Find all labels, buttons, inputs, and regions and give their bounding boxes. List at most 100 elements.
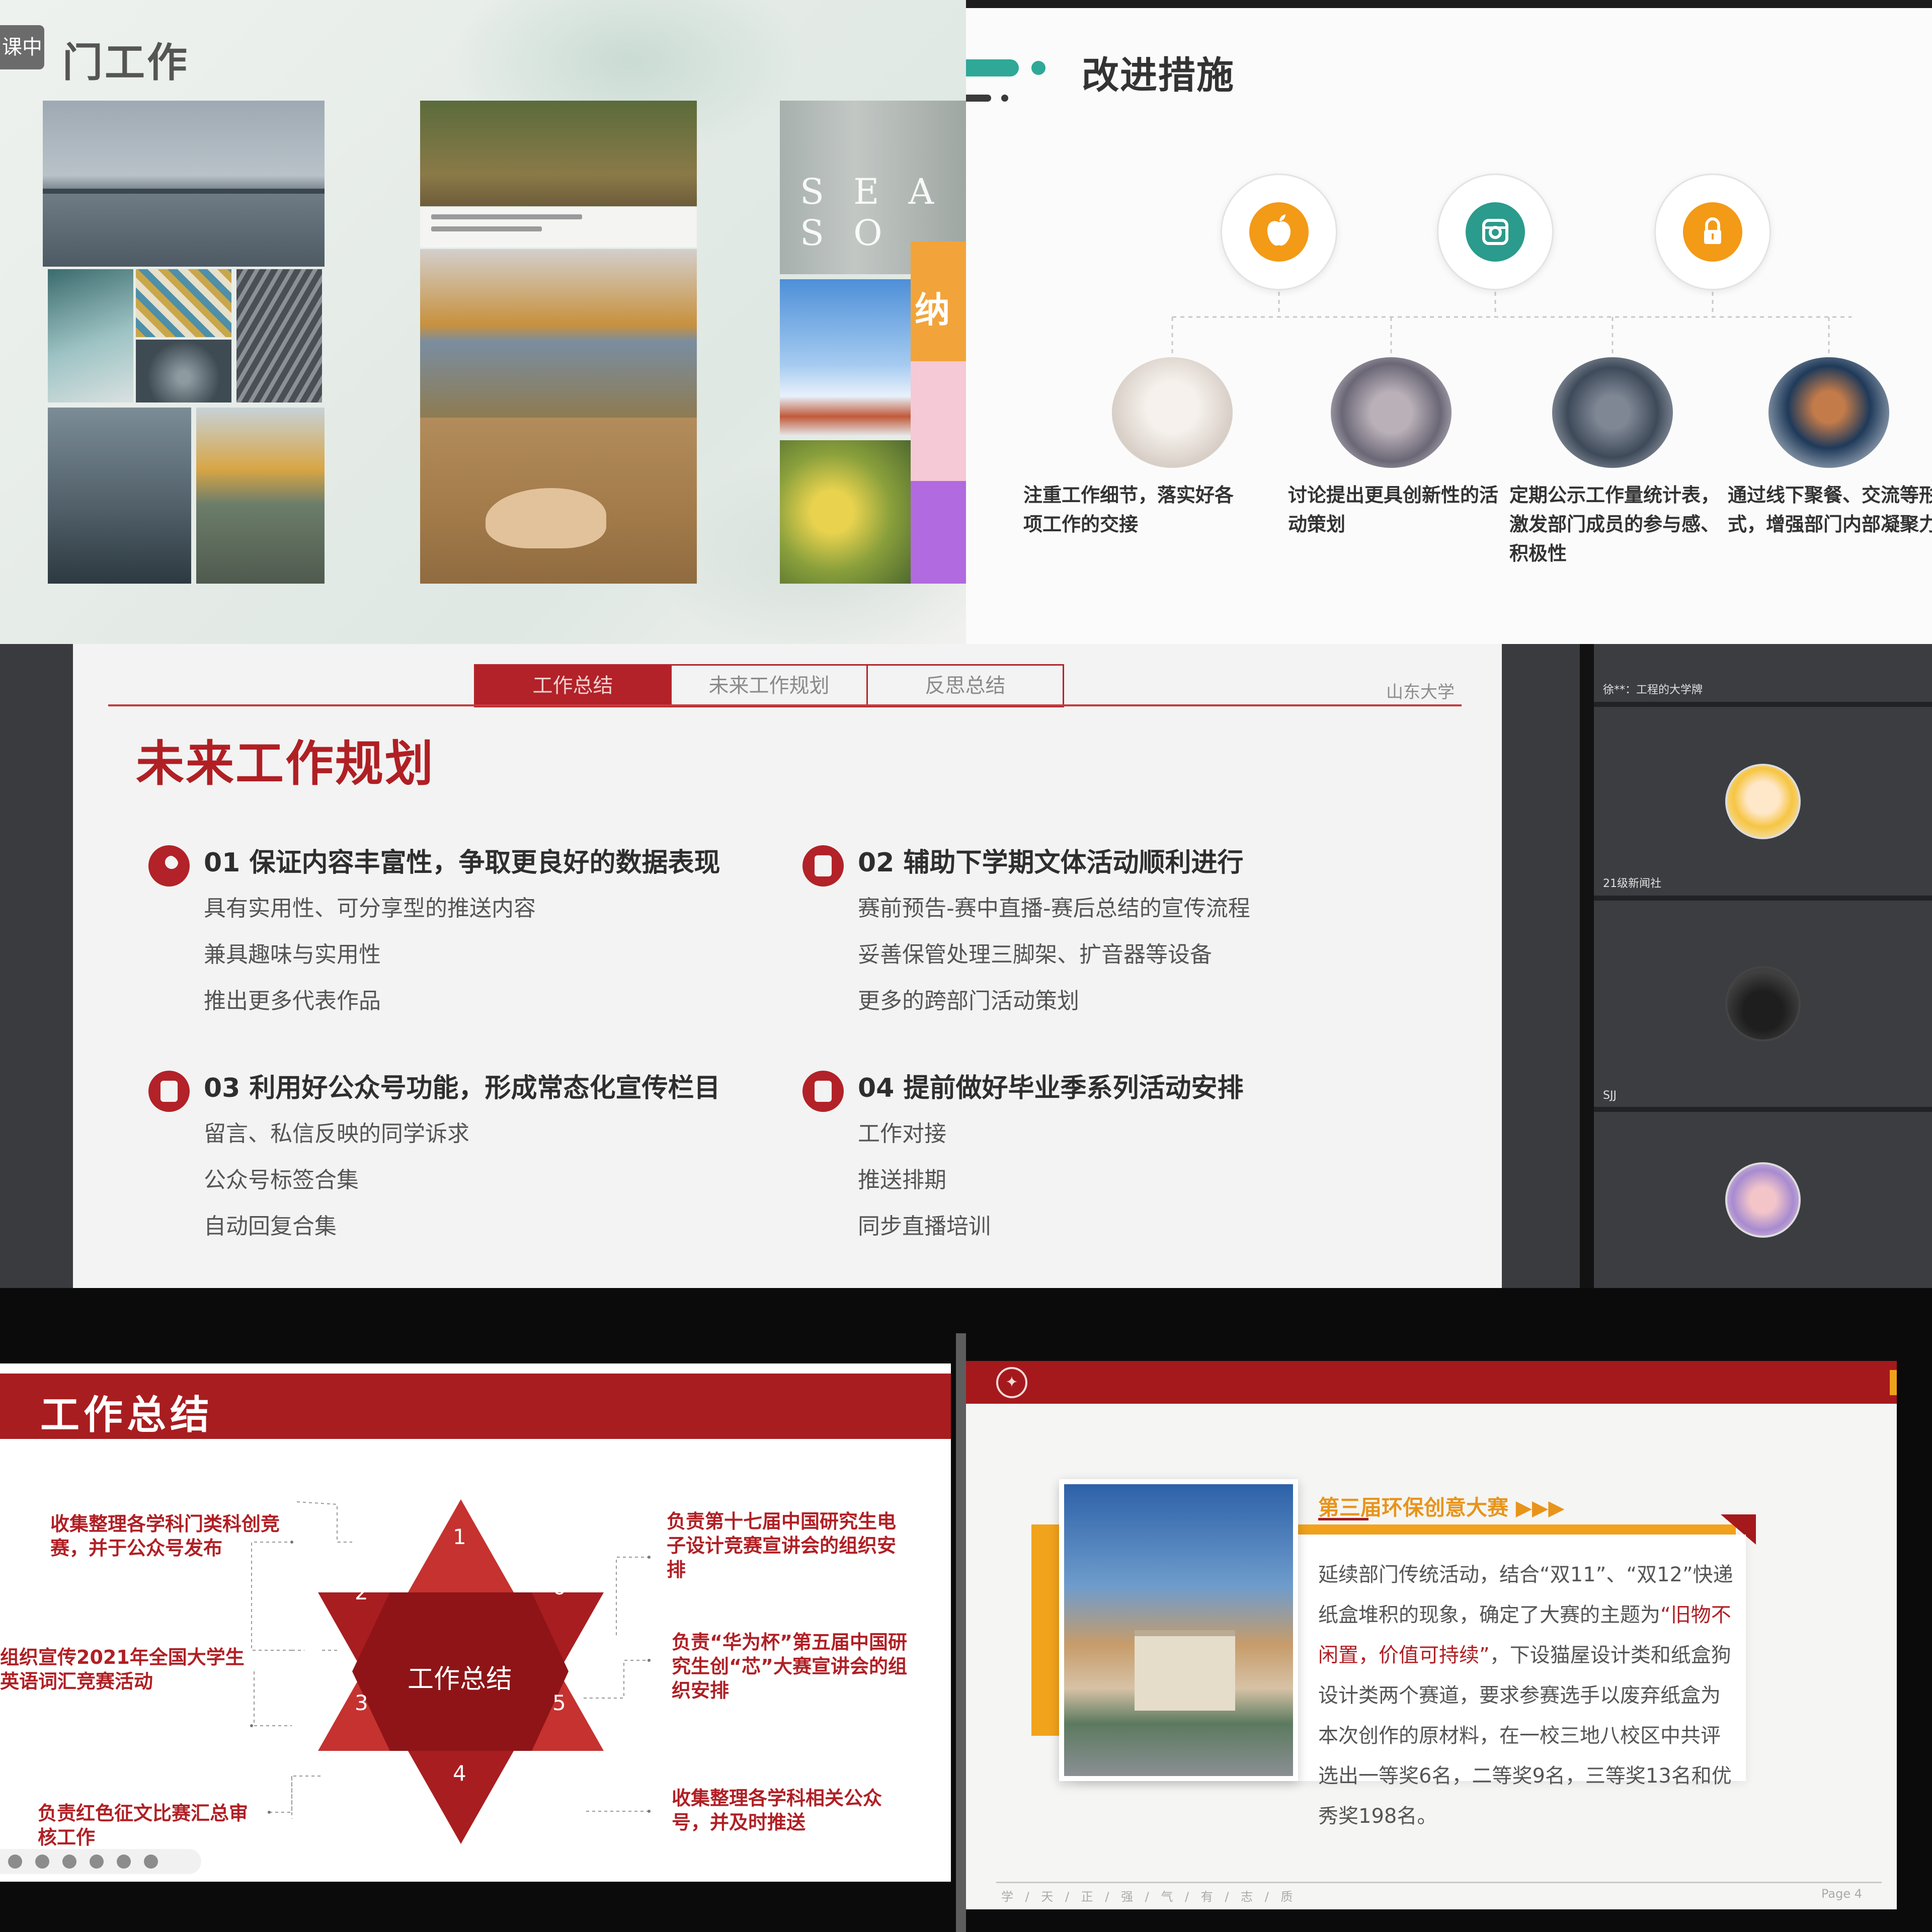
orange-decor	[1031, 1524, 1062, 1736]
participant-name: 21级新闻社	[1603, 877, 1661, 890]
participant-name: 徐**：工程的大学牌	[1603, 684, 1703, 696]
apple-icon	[1249, 202, 1309, 262]
work-summary-view: 工作总结 1 2 3 4 5 6 工作总结 收集整理各学科门类科创竞赛，并于公众…	[0, 1288, 956, 1932]
plan-heading: 02 辅助下学期文体活动顺利进行	[858, 848, 1244, 878]
tab-future-plan[interactable]: 未来工作规划	[670, 664, 868, 707]
plan-item: 推送排期	[858, 1167, 946, 1193]
summary-item: 负责“华为杯”第五届中国研究生创“芯”大赛宣讲会的组织安排	[672, 1631, 907, 1702]
meeting-view: 工作总结 未来工作规划 反思总结 山东大学 未来工作规划 01 保证内容丰富性，…	[0, 644, 1932, 1288]
plan-item: 赛前预告-赛中直播-赛后总结的宣传流程	[858, 896, 1250, 921]
poster-photo: 纳	[911, 242, 966, 584]
apple-icon-ring	[1221, 174, 1337, 290]
sunflower-photo	[780, 440, 911, 584]
lock-icon	[1683, 202, 1742, 262]
hexagram-number: 5	[552, 1691, 566, 1715]
hexagram-number: 3	[355, 1691, 368, 1715]
measure-text: 定期公示工作量统计表，激发部门成员的参与感、积极性	[1509, 484, 1720, 565]
plan-item: 推出更多代表作品	[204, 988, 381, 1014]
phone-icon	[148, 1071, 190, 1112]
contest-view: ✦ 第三届环保创意大赛 ▶▶▶ 延续部门传统活动，结合“双11”、“双12”快递…	[956, 1288, 1932, 1932]
instagram-icon	[1466, 202, 1525, 262]
screenshot-collage: 课中 部门工作 S E A S O 纳 改进措施	[0, 0, 1932, 1932]
campus-autumn-photo	[420, 249, 697, 418]
tab-work-summary[interactable]: 工作总结	[474, 664, 672, 707]
plan-heading: 01 保证内容丰富性，争取更良好的数据表现	[204, 848, 720, 878]
measure-text: 注重工作细节，落实好各项工作的交接	[1023, 484, 1234, 535]
tab-reflection[interactable]: 反思总结	[866, 664, 1064, 707]
participant-tile[interactable]: 徐**：工程的大学牌	[1594, 644, 1932, 707]
page-number: Page 4	[1821, 1887, 1862, 1901]
plan-item: 同步直播培训	[858, 1214, 991, 1239]
pointer-icon[interactable]	[8, 1855, 22, 1869]
phone-person-photo	[1768, 357, 1889, 468]
participant-sidebar: 徐**：工程的大学牌 21级新闻社 SJJ	[1580, 644, 1932, 1288]
hexagram-center-label: 工作总结	[408, 1664, 513, 1695]
hill-village-photo	[196, 408, 325, 584]
connector-lines	[1171, 292, 1852, 355]
description-text: ，下设猫屋设计类和纸盒狗设计类两个赛道，要求参赛选手以废弃纸盒为本次创作的原材料…	[1318, 1644, 1732, 1828]
photo-image	[1064, 1484, 1293, 1776]
more-icon[interactable]	[144, 1855, 158, 1869]
plan-item: 工作对接	[858, 1121, 946, 1147]
participant-tile[interactable]	[1594, 1112, 1932, 1288]
plan-block: 02 辅助下学期文体活动顺利进行 赛前预告-赛中直播-赛后总结的宣传流程 妥善保…	[802, 840, 1431, 1024]
comment-icon[interactable]	[117, 1855, 131, 1869]
plan-item: 兼具趣味与实用性	[204, 942, 381, 968]
slides-icon[interactable]	[90, 1855, 104, 1869]
zoom-icon[interactable]	[62, 1855, 76, 1869]
avatar	[1725, 1162, 1801, 1238]
band-accent	[1890, 1370, 1897, 1395]
aerial-roundabout-photo	[136, 340, 231, 403]
poster-text: 纳	[915, 289, 950, 331]
lake-boat-photo	[48, 408, 191, 584]
summary-item: 收集整理各学科门类科创竞赛，并于公众号发布	[50, 1513, 280, 1559]
dog	[486, 488, 606, 548]
contest-slide: ✦ 第三届环保创意大赛 ▶▶▶ 延续部门传统活动，结合“双11”、“双12”快递…	[966, 1361, 1897, 1909]
lock-icon-ring	[1654, 174, 1771, 290]
sea-bridge-photo	[43, 101, 325, 267]
sidebar-divider	[1580, 644, 1594, 1288]
typing-person-photo	[1552, 357, 1673, 468]
slide-tabs: 工作总结 未来工作规划 反思总结	[474, 664, 1064, 707]
plan-item: 妥善保管处理三脚架、扩音器等设备	[858, 942, 1212, 968]
header-rule	[108, 704, 1462, 706]
plan-item: 留言、私信反映的同学诉求	[204, 1121, 469, 1147]
plan-block: 03 利用好公众号功能，形成常态化宣传栏目 留言、私信反映的同学诉求 公众号标签…	[148, 1066, 777, 1250]
footer-rule	[996, 1882, 1882, 1883]
slide-title-text: 门工作	[62, 39, 189, 86]
measure-text: 讨论提出更具创新性的活动策划	[1288, 484, 1499, 535]
photo-collage-slide: 课中 部门工作 S E A S O 纳	[0, 0, 966, 644]
tree-cat-photo	[420, 101, 697, 206]
plan-item: 具有实用性、可分享型的推送内容	[204, 896, 536, 921]
summary-item: 负责红色征文比赛汇总审核工作	[38, 1802, 249, 1848]
instagram-icon-ring	[1437, 174, 1554, 290]
pen-icon[interactable]	[35, 1855, 49, 1869]
plan-block: 01 保证内容丰富性，争取更良好的数据表现 具有实用性、可分享型的推送内容 兼具…	[148, 840, 777, 1024]
improvement-slide: 改进措施 .panel-b .icon-ring:nth-of-type(n) …	[966, 0, 1932, 644]
plan-item: 自动回复合集	[204, 1214, 337, 1239]
participant-tile[interactable]: SJJ	[1594, 901, 1932, 1112]
university-seal-icon: ✦	[996, 1367, 1027, 1398]
measure-text: 通过线下聚餐、交流等形式，增强部门内部凝聚力	[1728, 484, 1932, 535]
participant-name: SJJ	[1603, 1089, 1617, 1102]
document-icon	[802, 845, 844, 887]
network-icon	[802, 1071, 844, 1112]
slide-title: 未来工作规划	[136, 736, 435, 792]
avatar	[1725, 763, 1801, 839]
laptop-person-photo	[1331, 357, 1452, 468]
university-name: 山东大学	[1386, 682, 1455, 702]
summary-item: 负责第十七届中国研究生电子设计竞赛宣讲会的组织安排	[667, 1510, 897, 1581]
pie-icon	[148, 845, 190, 887]
work-summary-slide: 工作总结 1 2 3 4 5 6 工作总结 收集整理各学科门类科创竞赛，并于公众…	[0, 1363, 951, 1882]
participant-tile[interactable]: 21级新闻社	[1594, 707, 1932, 901]
footer-motto: 学 / 天 / 正 / 强 / 气 / 有 / 志 / 质	[1001, 1890, 1297, 1904]
contest-title: 第三届环保创意大赛 ▶▶▶	[1318, 1495, 1565, 1520]
plan-item: 更多的跨部门活动策划	[858, 988, 1079, 1014]
title-band	[966, 1361, 1897, 1404]
plan-heading: 04 提前做好毕业季系列活动安排	[858, 1073, 1244, 1103]
writing-person-photo	[1112, 357, 1233, 468]
hexagram-number: 4	[453, 1761, 466, 1786]
plan-block: 04 提前做好毕业季系列活动安排 工作对接 推送排期 同步直播培训	[802, 1066, 1431, 1250]
window-frame	[956, 1333, 966, 1932]
aerial-coast-photo	[48, 269, 133, 403]
